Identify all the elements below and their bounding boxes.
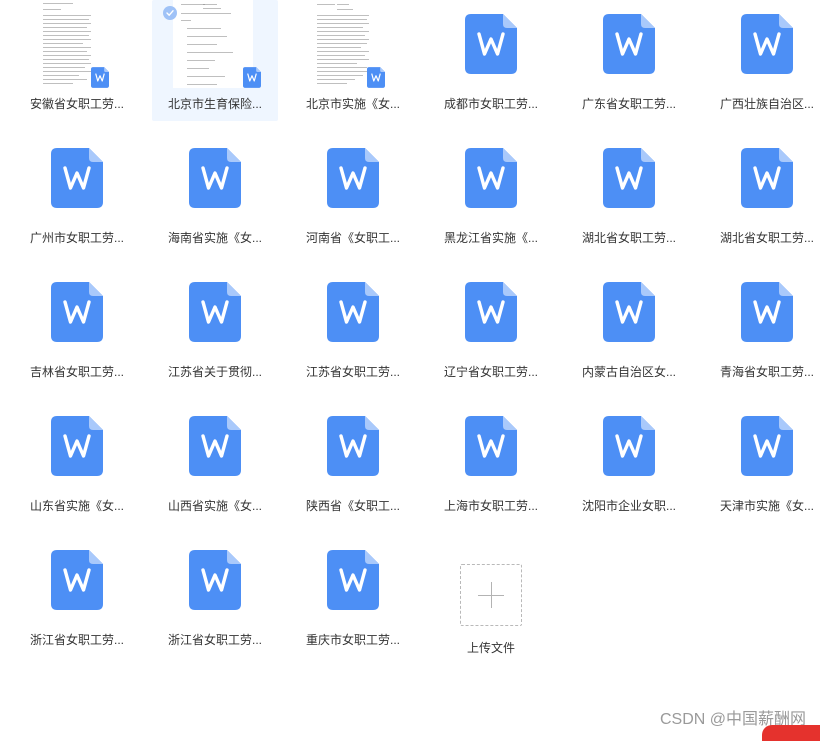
file-name-label: 山东省实施《女... (29, 499, 124, 513)
word-file-icon (189, 550, 241, 610)
upload-file-tile[interactable]: 上传文件 (428, 536, 554, 657)
file-name-label: 河南省《女职工... (305, 231, 400, 245)
file-name-label: 湖北省女职工劳... (581, 231, 676, 245)
file-name-label: 吉林省女职工劳... (29, 365, 124, 379)
file-item[interactable]: 浙江省女职工劳... (14, 536, 140, 657)
file-name-label: 江苏省女职工劳... (305, 365, 400, 379)
word-file-icon (465, 282, 517, 342)
file-item[interactable]: 上海市女职工劳... (428, 402, 554, 523)
selected-check-icon[interactable] (163, 6, 177, 20)
file-item[interactable]: 浙江省女职工劳... (152, 536, 278, 657)
word-file-icon (603, 148, 655, 208)
upload-label: 上传文件 (466, 641, 515, 655)
file-item[interactable]: 安徽省女职工劳... (14, 0, 140, 121)
document-thumbnail (313, 0, 385, 88)
file-item[interactable]: 江苏省关于贯彻... (152, 268, 278, 389)
file-name-label: 广东省女职工劳... (581, 97, 676, 111)
word-file-icon (51, 282, 103, 342)
upload-button[interactable] (460, 564, 522, 626)
word-badge-icon (243, 67, 261, 88)
file-name-label: 湖北省女职工劳... (719, 231, 814, 245)
word-file-icon (51, 416, 103, 476)
file-name-label: 北京市生育保险... (167, 97, 262, 111)
file-name-label: 山西省实施《女... (167, 499, 262, 513)
file-item[interactable]: 江苏省女职工劳... (290, 268, 416, 389)
file-item[interactable]: 成都市女职工劳... (428, 0, 554, 121)
file-item[interactable]: 黑龙江省实施《... (428, 134, 554, 255)
file-name-label: 浙江省女职工劳... (167, 633, 262, 647)
word-badge-icon (91, 67, 109, 88)
file-item[interactable]: 海南省实施《女... (152, 134, 278, 255)
file-name-label: 内蒙古自治区女... (581, 365, 676, 379)
file-item[interactable]: 广东省女职工劳... (566, 0, 692, 121)
file-name-label: 青海省女职工劳... (719, 365, 814, 379)
document-thumbnail (37, 0, 109, 88)
file-item[interactable]: 辽宁省女职工劳... (428, 268, 554, 389)
file-name-label: 成都市女职工劳... (443, 97, 538, 111)
file-name-label: 上海市女职工劳... (443, 499, 538, 513)
file-name-label: 重庆市女职工劳... (305, 633, 400, 647)
file-item[interactable]: 北京市实施《女... (290, 0, 416, 121)
word-file-icon (603, 282, 655, 342)
word-file-icon (327, 282, 379, 342)
file-item[interactable]: 陕西省《女职工... (290, 402, 416, 523)
file-name-label: 天津市实施《女... (719, 499, 814, 513)
file-item[interactable]: 北京市生育保险... (152, 0, 278, 121)
file-grid: 安徽省女职工劳... 北京市生育保险... 北京市实施《女... 成都市女职工劳...… (14, 0, 820, 657)
word-file-icon (327, 550, 379, 610)
word-badge-icon (367, 67, 385, 88)
file-name-label: 广西壮族自治区... (719, 97, 814, 111)
file-item[interactable]: 内蒙古自治区女... (566, 268, 692, 389)
file-item[interactable]: 山东省实施《女... (14, 402, 140, 523)
word-file-icon (603, 14, 655, 74)
word-file-icon (741, 282, 793, 342)
file-item[interactable]: 广州市女职工劳... (14, 134, 140, 255)
word-file-icon (327, 148, 379, 208)
file-name-label: 北京市实施《女... (305, 97, 400, 111)
word-file-icon (51, 148, 103, 208)
file-name-label: 黑龙江省实施《... (443, 231, 538, 245)
file-item[interactable]: 湖北省女职工劳... (704, 134, 820, 255)
word-file-icon (465, 148, 517, 208)
file-item[interactable]: 沈阳市企业女职... (566, 402, 692, 523)
file-item[interactable]: 广西壮族自治区... (704, 0, 820, 121)
word-file-icon (741, 14, 793, 74)
word-file-icon (189, 148, 241, 208)
file-name-label: 沈阳市企业女职... (581, 499, 676, 513)
file-item[interactable]: 吉林省女职工劳... (14, 268, 140, 389)
corner-badge (762, 725, 820, 741)
word-file-icon (465, 416, 517, 476)
word-file-icon (327, 416, 379, 476)
file-item[interactable]: 湖北省女职工劳... (566, 134, 692, 255)
word-file-icon (465, 14, 517, 74)
file-name-label: 江苏省关于贯彻... (167, 365, 262, 379)
file-name-label: 浙江省女职工劳... (29, 633, 124, 647)
word-file-icon (189, 282, 241, 342)
word-file-icon (189, 416, 241, 476)
word-file-icon (741, 416, 793, 476)
file-name-label: 海南省实施《女... (167, 231, 262, 245)
document-thumbnail (173, 0, 261, 88)
file-item[interactable]: 重庆市女职工劳... (290, 536, 416, 657)
file-name-label: 广州市女职工劳... (29, 231, 124, 245)
file-item[interactable]: 河南省《女职工... (290, 134, 416, 255)
word-file-icon (741, 148, 793, 208)
word-file-icon (51, 550, 103, 610)
file-item[interactable]: 山西省实施《女... (152, 402, 278, 523)
file-item[interactable]: 青海省女职工劳... (704, 268, 820, 389)
file-name-label: 陕西省《女职工... (305, 499, 400, 513)
word-file-icon (603, 416, 655, 476)
file-name-label: 辽宁省女职工劳... (443, 365, 538, 379)
file-name-label: 安徽省女职工劳... (29, 97, 124, 111)
file-item[interactable]: 天津市实施《女... (704, 402, 820, 523)
